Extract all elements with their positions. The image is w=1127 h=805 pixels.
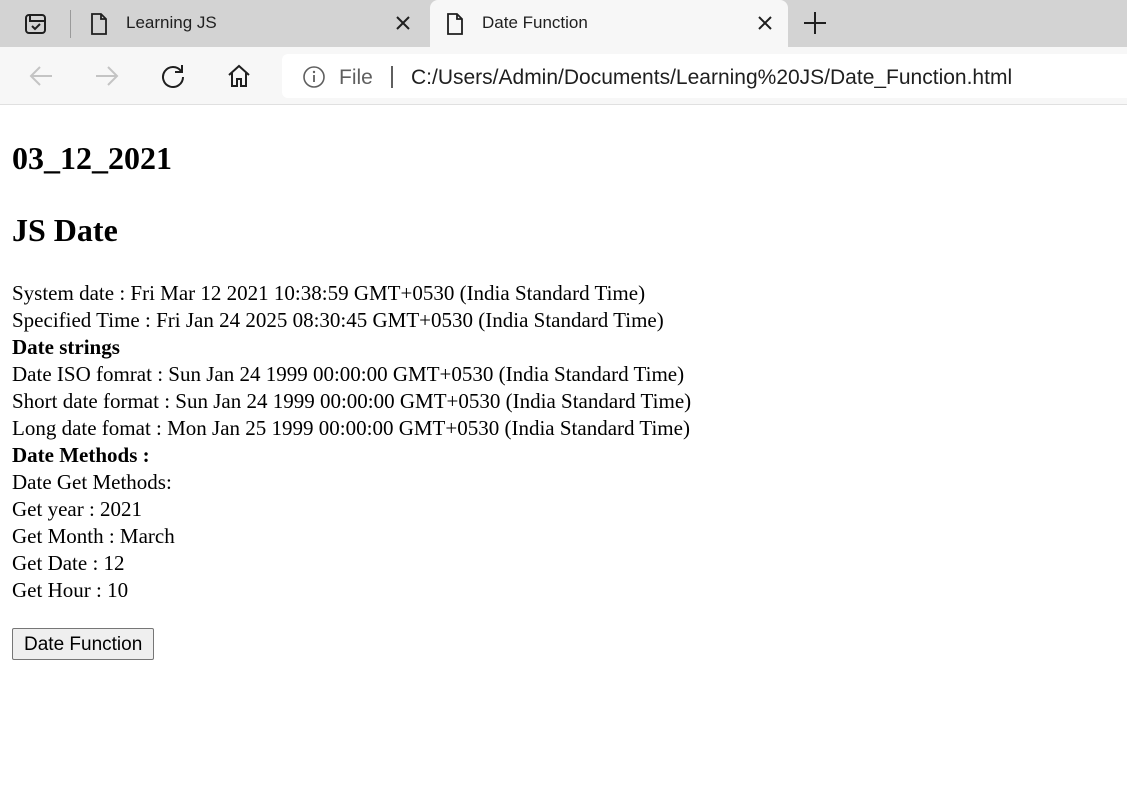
address-url[interactable]: C:/Users/Admin/Documents/Learning%20JS/D… (411, 66, 1012, 90)
close-icon[interactable] (394, 14, 412, 32)
forward-arrow-icon[interactable] (94, 63, 120, 89)
tab-learning-js[interactable]: Learning JS (74, 0, 426, 47)
browser-toolbar: File C:/Users/Admin/Documents/Learning%2… (0, 47, 1127, 105)
address-divider (391, 66, 393, 88)
get-month-line: Get Month : March (12, 524, 175, 548)
date-heading: 03_12_2021 (12, 140, 172, 176)
get-date-line: Get Date : 12 (12, 551, 125, 575)
iso-format-line: Date ISO fomrat : Sun Jan 24 1999 00:00:… (12, 362, 685, 386)
date-output: System date : Fri Mar 12 2021 10:38:59 G… (12, 280, 691, 604)
long-format-line: Long date fomat : Mon Jan 25 1999 00:00:… (12, 416, 690, 440)
get-year-line: Get year : 2021 (12, 497, 143, 521)
short-format-line: Short date format : Sun Jan 24 1999 00:0… (12, 389, 692, 413)
home-icon[interactable] (226, 63, 252, 89)
specified-time-line: Specified Time : Fri Jan 24 2025 08:30:4… (12, 308, 664, 332)
page-icon (447, 13, 463, 35)
system-date-line: System date : Fri Mar 12 2021 10:38:59 G… (12, 281, 646, 305)
refresh-icon[interactable] (160, 63, 186, 89)
get-methods-line: Date Get Methods: (12, 470, 172, 494)
close-icon[interactable] (756, 14, 774, 32)
info-icon[interactable] (302, 65, 326, 89)
date-strings-heading: Date strings (12, 335, 120, 359)
address-scheme: File (339, 66, 373, 89)
plus-icon[interactable] (802, 10, 828, 36)
tab-title: Learning JS (126, 13, 217, 32)
page-icon (91, 13, 107, 35)
address-bar[interactable]: File C:/Users/Admin/Documents/Learning%2… (282, 54, 1127, 98)
tab-strip: Learning JS Date Function (0, 0, 1127, 47)
page-title: JS Date (12, 212, 118, 248)
tab-actions-icon[interactable] (24, 12, 48, 36)
back-arrow-icon[interactable] (28, 63, 54, 89)
tab-title: Date Function (482, 13, 588, 32)
date-methods-heading: Date Methods : (12, 443, 150, 467)
tab-separator (70, 10, 71, 38)
date-function-button[interactable]: Date Function (12, 628, 155, 660)
get-hour-line: Get Hour : 10 (12, 578, 129, 602)
tab-date-function[interactable]: Date Function (430, 0, 788, 47)
